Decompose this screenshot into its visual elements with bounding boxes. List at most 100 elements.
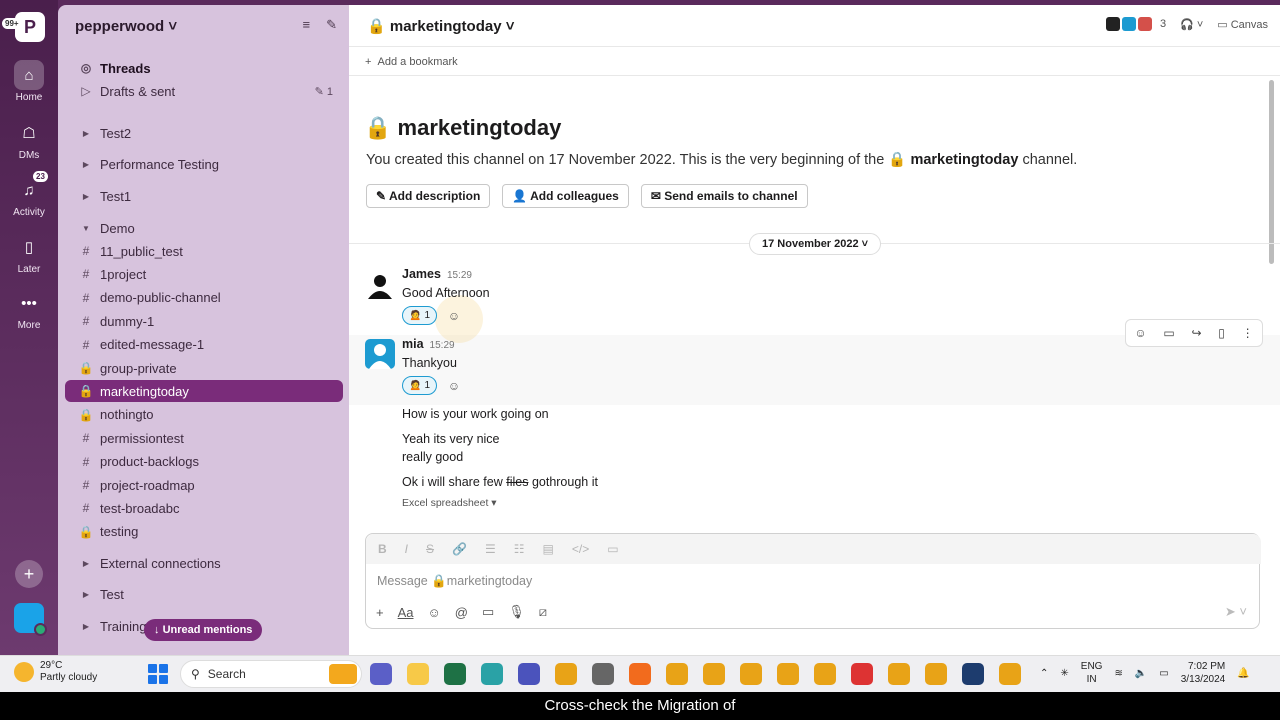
chrome-icon[interactable] bbox=[925, 663, 947, 685]
code-block-icon[interactable]: ▭ bbox=[607, 542, 618, 556]
language-indicator[interactable]: ENG IN bbox=[1081, 660, 1103, 686]
microphone-icon[interactable]: 🎙 bbox=[508, 604, 525, 620]
code-icon[interactable]: </> bbox=[572, 542, 589, 556]
reaction-pill[interactable]: 🙍 1 bbox=[402, 376, 438, 395]
sidebar-item-11_public_test[interactable]: #11_public_test bbox=[65, 240, 343, 262]
weather-widget[interactable]: 29°C Partly cloudy bbox=[14, 660, 97, 684]
compose-icon[interactable]: ✎ bbox=[326, 17, 337, 33]
sidebar-item-1project[interactable]: #1project bbox=[65, 263, 343, 285]
section-test[interactable]: ▶ Test bbox=[65, 583, 343, 605]
workspace-name-button[interactable]: pepperwood ˅ bbox=[75, 18, 177, 35]
user-avatar[interactable] bbox=[14, 603, 47, 636]
app-tray-icon[interactable]: ✳ bbox=[1060, 668, 1068, 679]
italic-icon[interactable]: I bbox=[405, 542, 408, 556]
intro-channel-link[interactable]: 🔒 marketingtoday bbox=[888, 152, 1018, 168]
app-icon[interactable] bbox=[592, 663, 614, 685]
sidebar-item-project-roadmap[interactable]: # project-roadmap bbox=[65, 474, 343, 496]
avatar[interactable] bbox=[365, 271, 395, 301]
sidebar-item-dummy-1[interactable]: # dummy-1 bbox=[65, 310, 343, 332]
sidebar-item-threads[interactable]: ◎ Threads bbox=[65, 57, 343, 79]
sidebar-item-demo-public-channel[interactable]: # demo-public-channel bbox=[65, 287, 343, 309]
chrome-icon[interactable] bbox=[703, 663, 725, 685]
avatar[interactable] bbox=[365, 339, 395, 369]
excel-icon[interactable] bbox=[444, 663, 466, 685]
section-test2[interactable]: ▶ Test2 bbox=[65, 122, 343, 144]
chrome-icon[interactable] bbox=[666, 663, 688, 685]
teams-work-icon[interactable] bbox=[518, 663, 540, 685]
add-description-button[interactable]: ✎ Add description bbox=[366, 184, 491, 208]
unread-mentions-button[interactable]: ↓ Unread mentions bbox=[144, 619, 263, 641]
message-author[interactable]: mia 15:29 bbox=[402, 337, 455, 351]
sidebar-item-edited-message-1[interactable]: # edited-message-1 bbox=[65, 334, 343, 356]
add-reaction-icon[interactable]: ☺ bbox=[1134, 326, 1146, 340]
forward-icon[interactable]: ↪ bbox=[1191, 326, 1201, 340]
plus-icon[interactable]: + bbox=[376, 605, 384, 620]
send-emails-button[interactable]: ✉ Send emails to channel bbox=[640, 184, 808, 208]
canvas-button[interactable]: ▭ Canvas bbox=[1217, 18, 1268, 31]
teams-icon[interactable] bbox=[370, 663, 392, 685]
sidebar-item-nothingto[interactable]: 🔒 nothingto bbox=[65, 404, 343, 426]
add-colleagues-button[interactable]: 👤 Add colleagues bbox=[502, 184, 629, 208]
windows-start-icon[interactable] bbox=[148, 664, 168, 684]
chrome-icon[interactable] bbox=[740, 663, 762, 685]
emoji-icon[interactable]: ☺ bbox=[428, 605, 441, 620]
add-bookmark-button[interactable]: + Add a bookmark bbox=[365, 56, 458, 68]
bold-icon[interactable]: B bbox=[378, 542, 387, 556]
sidebar-item-permissiontest[interactable]: # permissiontest bbox=[65, 427, 343, 449]
slash-command-icon[interactable]: ⧄ bbox=[539, 604, 547, 620]
chrome-icon[interactable] bbox=[814, 663, 836, 685]
member-avatars-button[interactable]: 3 bbox=[1105, 17, 1166, 31]
more-actions-icon[interactable]: ⋮ bbox=[1242, 326, 1254, 340]
format-toggle[interactable]: Aa bbox=[398, 605, 414, 620]
bullet-list-icon[interactable]: ☷ bbox=[514, 542, 525, 556]
wifi-icon[interactable]: ≋ bbox=[1114, 668, 1122, 679]
volume-icon[interactable]: 🔈 bbox=[1135, 668, 1147, 679]
sidebar-item-product-backlogs[interactable]: # product-backlogs bbox=[65, 451, 343, 473]
send-icon[interactable]: ➤ ˅ bbox=[1225, 604, 1247, 620]
file-explorer-icon[interactable] bbox=[407, 663, 429, 685]
message-input[interactable]: Message 🔒marketingtoday bbox=[377, 574, 532, 589]
headphones-icon[interactable]: 🎧 ˅ bbox=[1180, 18, 1203, 31]
reaction-pill[interactable]: 🙍 1 bbox=[402, 306, 438, 325]
chrome-icon[interactable] bbox=[999, 663, 1021, 685]
channel-title-button[interactable]: 🔒 marketingtoday ˅ bbox=[367, 17, 515, 35]
strikethrough-icon[interactable]: S bbox=[426, 542, 434, 556]
filter-icon[interactable]: ≡ bbox=[303, 17, 311, 33]
edge-icon[interactable] bbox=[481, 663, 503, 685]
section-test1[interactable]: ▶ Test1 bbox=[65, 185, 343, 207]
clock[interactable]: 7:02 PM 3/13/2024 bbox=[1181, 660, 1226, 686]
rail-activity[interactable]: ♫ 23 Activity bbox=[0, 171, 58, 218]
section-demo[interactable]: ▼ Demo bbox=[65, 217, 343, 239]
sidebar-item-drafts[interactable]: ▷ Drafts & sent ✎ 1 bbox=[65, 80, 343, 102]
taskbar-search[interactable]: ⚲ Search bbox=[180, 660, 362, 688]
blockquote-icon[interactable]: ▤ bbox=[543, 542, 554, 556]
date-divider-button[interactable]: 17 November 2022 ˅ bbox=[749, 233, 882, 255]
mention-icon[interactable]: @ bbox=[455, 605, 468, 620]
sidebar-item-test-broadabc[interactable]: # test-broadabc bbox=[65, 497, 343, 519]
app-icon[interactable] bbox=[851, 663, 873, 685]
rail-dms[interactable]: ☖ DMs bbox=[0, 118, 58, 161]
link-icon[interactable]: 🔗 bbox=[452, 542, 467, 556]
sidebar-item-testing[interactable]: 🔒 testing bbox=[65, 521, 343, 543]
battery-icon[interactable]: ▭ bbox=[1159, 668, 1168, 679]
rail-home[interactable]: ⌂ Home bbox=[0, 60, 58, 103]
attachment-toggle[interactable]: Excel spreadsheet ▾ bbox=[402, 497, 497, 509]
chevron-up-icon[interactable]: ⌃ bbox=[1040, 668, 1048, 679]
section-performance-testing[interactable]: ▶ Performance Testing bbox=[65, 153, 343, 175]
add-reaction-icon[interactable]: ☺ bbox=[445, 377, 463, 395]
ordered-list-icon[interactable]: ☰ bbox=[485, 542, 496, 556]
notification-icon[interactable]: 🔔 bbox=[1237, 668, 1249, 679]
chrome-icon[interactable] bbox=[777, 663, 799, 685]
section-external-connections[interactable]: ▶ External connections bbox=[65, 552, 343, 574]
rail-more[interactable]: ••• More bbox=[0, 288, 58, 332]
recorder-icon[interactable] bbox=[962, 663, 984, 685]
rail-later[interactable]: ▯ Later bbox=[0, 232, 58, 275]
video-icon[interactable]: ▭ bbox=[482, 604, 494, 620]
chrome-icon[interactable] bbox=[555, 663, 577, 685]
chrome-icon[interactable] bbox=[888, 663, 910, 685]
add-reaction-icon[interactable]: ☺ bbox=[445, 307, 463, 325]
sidebar-item-group-private[interactable]: 🔒 group-private bbox=[65, 357, 343, 379]
scrollbar[interactable] bbox=[1269, 80, 1274, 264]
sidebar-item-marketingtoday[interactable]: 🔒 marketingtoday bbox=[65, 380, 343, 403]
reply-thread-icon[interactable]: ▭ bbox=[1163, 326, 1174, 340]
